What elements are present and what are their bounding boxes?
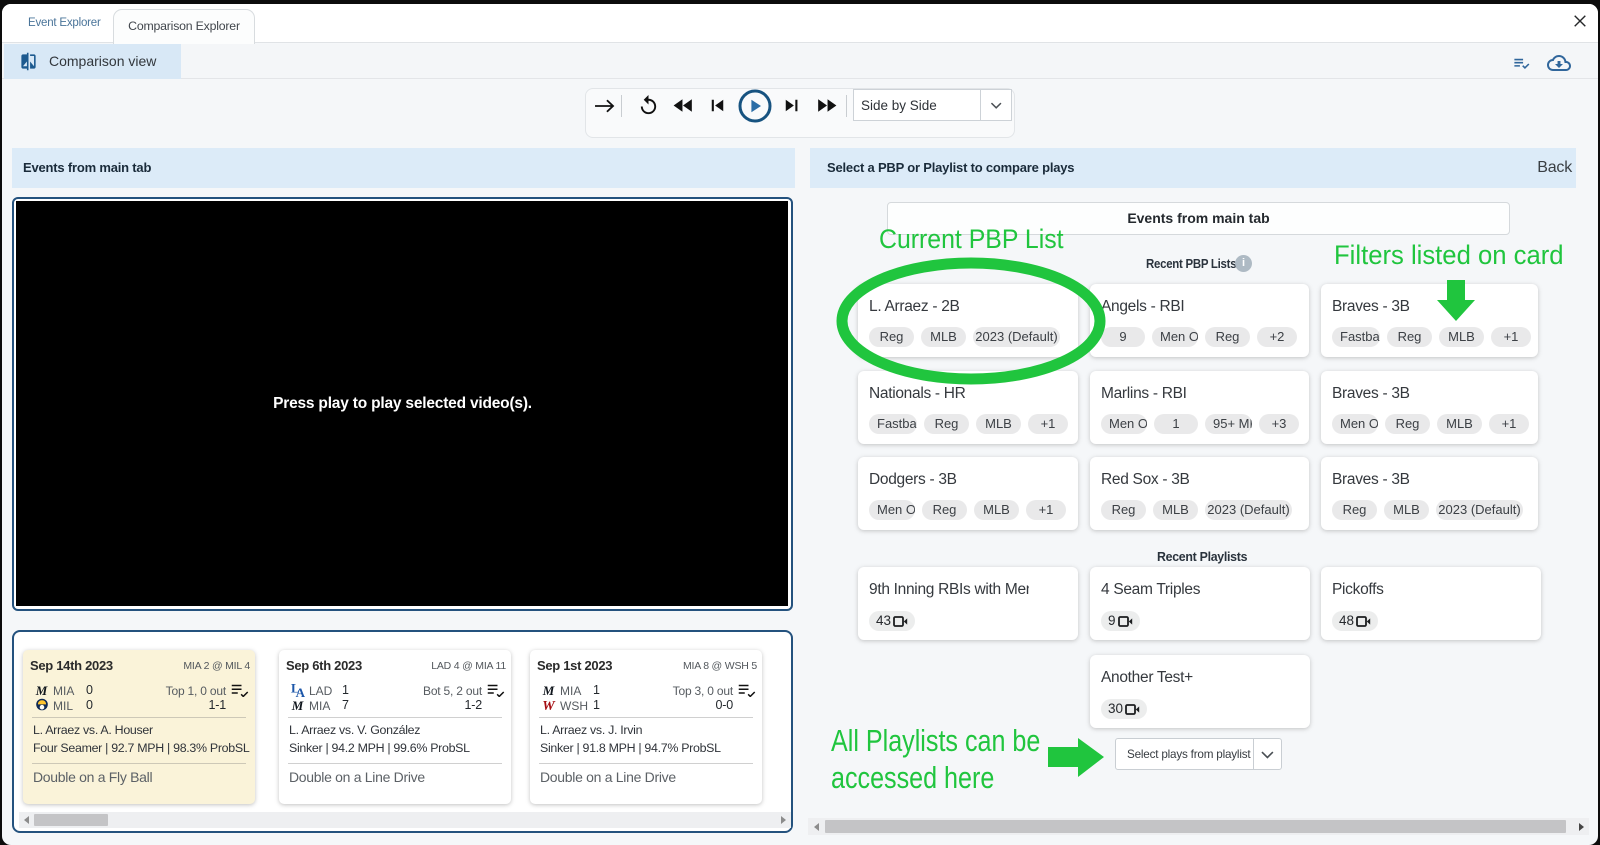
svg-text:A: A — [295, 685, 304, 698]
